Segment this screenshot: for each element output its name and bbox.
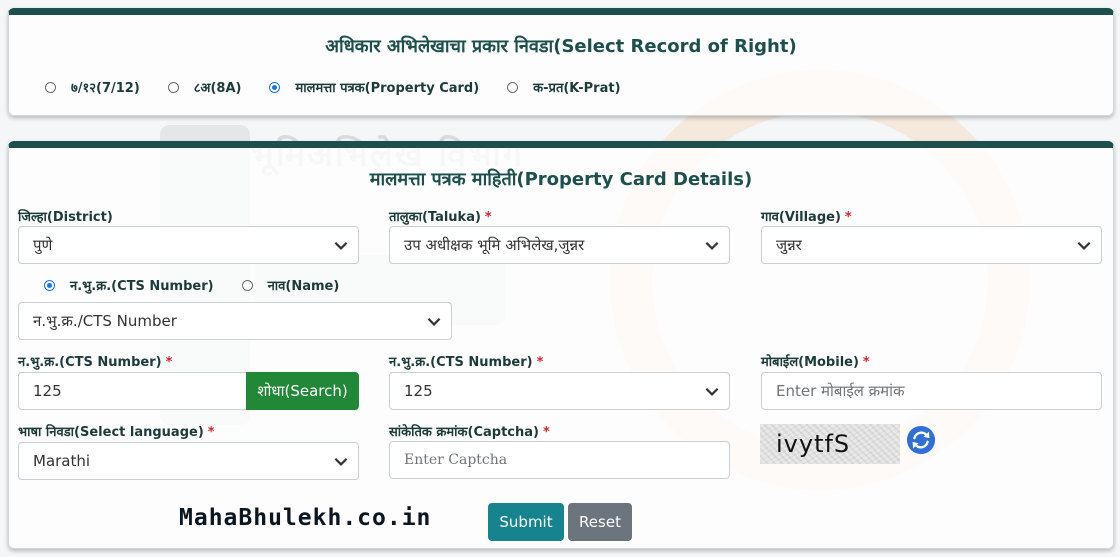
- search-type-select-value: न.भु.क्र./CTS Number: [33, 312, 177, 330]
- chevron-down-icon: [705, 241, 719, 250]
- radio-option-7-12[interactable]: ७/१२(7/12): [45, 78, 140, 96]
- captcha-label: सांकेतिक क्रमांक(Captcha) *: [389, 425, 550, 440]
- cts-number-input-label: न.भु.क्र.(CTS Number) *: [18, 355, 173, 370]
- district-select-value: पुणे: [33, 236, 53, 254]
- village-select-value: जुन्नर: [776, 236, 802, 254]
- radio-button[interactable]: [167, 81, 179, 93]
- search-by-radio-group: न.भु.क्र.(CTS Number) नाव(Name): [44, 276, 367, 294]
- chevron-down-icon: [1077, 241, 1091, 250]
- chevron-down-icon: [427, 317, 441, 326]
- cts-number-select[interactable]: 125: [389, 372, 730, 410]
- radio-label: ७/१२(7/12): [71, 81, 140, 96]
- reset-button[interactable]: Reset: [568, 503, 632, 541]
- mobile-input[interactable]: Enter मोबाईल क्रमांक: [761, 372, 1102, 410]
- submit-button[interactable]: Submit: [488, 503, 564, 541]
- radio-option-k-prat[interactable]: क-प्रत(K-Prat): [507, 78, 621, 96]
- village-label: गाव(Village) *: [761, 210, 852, 225]
- district-select[interactable]: पुणे: [18, 226, 359, 264]
- required-mark: *: [844, 210, 852, 225]
- language-select[interactable]: Marathi: [18, 442, 359, 480]
- required-mark: *: [484, 210, 492, 225]
- taluka-select-value: उप अधीक्षक भूमि अभिलेख,जुन्नर: [404, 236, 585, 254]
- district-label: जिल्हा(District): [18, 210, 113, 225]
- radio-label: क-प्रत(K-Prat): [533, 81, 621, 96]
- mobile-input-placeholder: Enter मोबाईल क्रमांक: [776, 382, 905, 400]
- required-mark: *: [536, 355, 544, 370]
- chevron-down-icon: [705, 387, 719, 396]
- cts-number-input[interactable]: 125: [18, 372, 248, 410]
- radio-label: ८अ(8A): [193, 81, 242, 96]
- radio-option-8a[interactable]: ८अ(8A): [167, 78, 242, 96]
- radio-option-name[interactable]: नाव(Name): [241, 276, 340, 294]
- refresh-icon[interactable]: [906, 425, 936, 455]
- record-type-card: अधिकार अभिलेखाचा प्रकार निवडा(Select Rec…: [8, 8, 1114, 116]
- captcha-input-placeholder: Enter Captcha: [404, 452, 508, 468]
- property-card-details-card: मालमत्ता पत्रक माहिती(Property Card Deta…: [8, 141, 1114, 549]
- radio-label: न.भु.क्र.(CTS Number): [70, 279, 214, 294]
- required-mark: *: [207, 425, 215, 440]
- mobile-label: मोबाईल(Mobile) *: [761, 355, 870, 370]
- radio-option-cts-number[interactable]: न.भु.क्र.(CTS Number): [44, 276, 214, 294]
- search-button[interactable]: शोधा(Search): [246, 372, 359, 410]
- radio-button[interactable]: [507, 81, 519, 93]
- chevron-down-icon: [334, 241, 348, 250]
- chevron-down-icon: [334, 457, 348, 466]
- radio-button-selected[interactable]: [269, 81, 281, 93]
- required-mark: *: [542, 425, 550, 440]
- captcha-input[interactable]: Enter Captcha: [389, 441, 730, 479]
- village-select[interactable]: जुन्नर: [761, 226, 1102, 264]
- record-type-radio-group: ७/१२(7/12) ८अ(8A) मालमत्ता पत्रक(Propert…: [45, 78, 649, 96]
- site-brand-text: MahaBhulekh.co.in: [179, 505, 432, 531]
- cts-number-input-value: 125: [33, 382, 62, 400]
- cts-number-select-label: न.भु.क्र.(CTS Number) *: [389, 355, 544, 370]
- radio-label: नाव(Name): [267, 279, 340, 294]
- language-select-value: Marathi: [33, 452, 91, 470]
- radio-option-property-card[interactable]: मालमत्ता पत्रक(Property Card): [269, 78, 479, 96]
- captcha-image: ivytfS: [760, 424, 900, 464]
- captcha-text: ivytfS: [776, 430, 851, 458]
- required-mark: *: [165, 355, 173, 370]
- radio-button-selected[interactable]: [44, 279, 55, 291]
- radio-button[interactable]: [45, 81, 56, 93]
- search-type-select[interactable]: न.भु.क्र./CTS Number: [18, 302, 452, 340]
- taluka-label: तालुका(Taluka) *: [389, 210, 492, 225]
- radio-label: मालमत्ता पत्रक(Property Card): [295, 81, 480, 96]
- taluka-select[interactable]: उप अधीक्षक भूमि अभिलेख,जुन्नर: [389, 226, 730, 264]
- required-mark: *: [862, 355, 870, 370]
- language-label: भाषा निवडा(Select language) *: [18, 425, 215, 440]
- record-type-title: अधिकार अभिलेखाचा प्रकार निवडा(Select Rec…: [325, 36, 797, 57]
- cts-number-select-value: 125: [404, 382, 433, 400]
- property-card-title: मालमत्ता पत्रक माहिती(Property Card Deta…: [369, 169, 753, 190]
- radio-button[interactable]: [241, 279, 253, 291]
